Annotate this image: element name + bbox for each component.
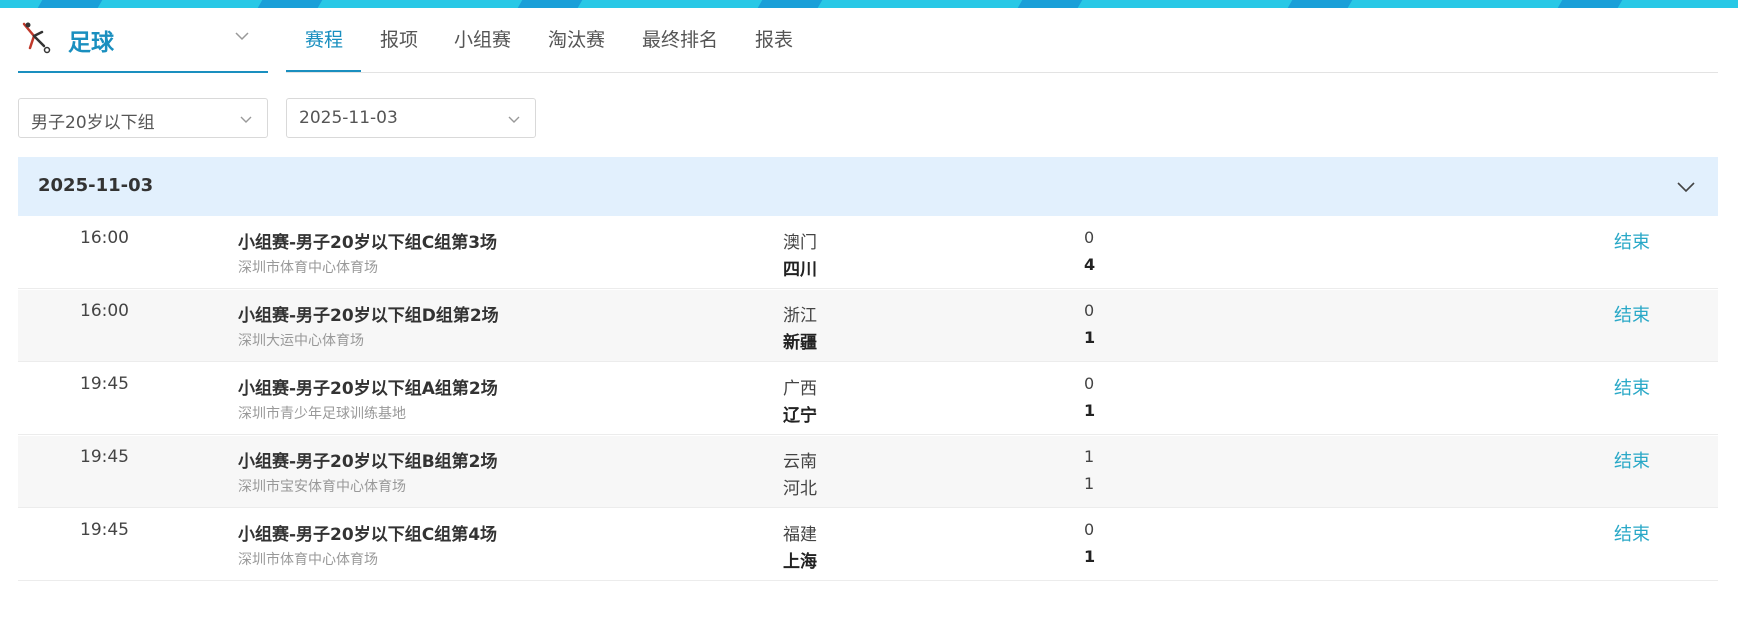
match-status-link[interactable]: 结束 (1614, 520, 1650, 546)
main-tabs: 赛程 报项 小组赛 淘汰赛 最终排名 报表 (286, 18, 1718, 73)
top-decorative-band (0, 0, 1738, 8)
tab-reports[interactable]: 报表 (755, 25, 793, 52)
away-score: 1 (1084, 401, 1096, 420)
home-team: 云南 (783, 452, 817, 472)
home-team: 广西 (783, 379, 817, 399)
date-group-label: 2025-11-03 (38, 175, 154, 196)
home-team: 浙江 (783, 306, 817, 326)
tab-group-stage[interactable]: 小组赛 (454, 25, 511, 52)
match-title: 小组赛-男子20岁以下组D组第2场 (238, 306, 499, 326)
match-title: 小组赛-男子20岁以下组B组第2场 (238, 452, 498, 472)
match-status-link[interactable]: 结束 (1614, 374, 1650, 400)
match-row: 16:00 小组赛-男子20岁以下组D组第2场 深圳大运中心体育场 浙江 新疆 … (18, 290, 1718, 362)
match-status-link[interactable]: 结束 (1614, 301, 1650, 327)
away-team: 上海 (783, 552, 817, 572)
away-team: 新疆 (783, 333, 817, 353)
chevron-down-icon (239, 112, 253, 126)
match-venue: 深圳大运中心体育场 (238, 333, 364, 349)
home-score: 0 (1084, 301, 1095, 320)
match-time: 19:45 (80, 447, 129, 467)
tab-entries[interactable]: 报项 (380, 25, 418, 52)
away-team: 河北 (783, 479, 817, 499)
match-status-link[interactable]: 结束 (1614, 447, 1650, 473)
tab-knockout[interactable]: 淘汰赛 (548, 25, 605, 52)
group-select[interactable]: 男子20岁以下组 (18, 98, 268, 138)
match-venue: 深圳市体育中心体育场 (238, 552, 378, 568)
home-team: 福建 (783, 525, 817, 545)
sport-selector[interactable]: 足球 (18, 18, 268, 73)
home-score: 0 (1084, 374, 1095, 393)
match-time: 19:45 (80, 374, 129, 394)
home-score: 0 (1084, 228, 1095, 247)
match-title: 小组赛-男子20岁以下组C组第3场 (238, 233, 498, 253)
match-venue: 深圳市体育中心体育场 (238, 260, 378, 276)
away-score: 1 (1084, 328, 1096, 347)
match-row: 19:45 小组赛-男子20岁以下组A组第2场 深圳市青少年足球训练基地 广西 … (18, 363, 1718, 435)
away-team: 辽宁 (783, 406, 817, 426)
match-title: 小组赛-男子20岁以下组C组第4场 (238, 525, 498, 545)
match-row: 19:45 小组赛-男子20岁以下组C组第4场 深圳市体育中心体育场 福建 上海… (18, 509, 1718, 581)
tab-schedule[interactable]: 赛程 (305, 25, 343, 52)
match-time: 16:00 (80, 301, 129, 321)
tab-final-ranking[interactable]: 最终排名 (642, 25, 718, 52)
away-score: 4 (1084, 255, 1096, 274)
away-team: 四川 (783, 260, 817, 280)
chevron-down-icon[interactable] (1676, 177, 1696, 197)
date-select[interactable]: 2025-11-03 (286, 98, 536, 138)
match-venue: 深圳市宝安体育中心体育场 (238, 479, 406, 495)
match-venue: 深圳市青少年足球训练基地 (238, 406, 406, 422)
date-select-value: 2025-11-03 (299, 108, 398, 128)
match-row: 19:45 小组赛-男子20岁以下组B组第2场 深圳市宝安体育中心体育场 云南 … (18, 436, 1718, 508)
chevron-down-icon (507, 112, 521, 126)
home-team: 澳门 (783, 233, 817, 253)
football-player-icon (20, 20, 52, 54)
away-score: 1 (1084, 547, 1096, 566)
match-time: 19:45 (80, 520, 129, 540)
match-time: 16:00 (80, 228, 129, 248)
match-status-link[interactable]: 结束 (1614, 228, 1650, 254)
sport-name: 足球 (68, 30, 114, 56)
active-tab-indicator (286, 70, 361, 72)
chevron-down-icon[interactable] (234, 28, 250, 44)
date-group-header[interactable]: 2025-11-03 (18, 157, 1718, 216)
group-select-value: 男子20岁以下组 (31, 113, 155, 133)
home-score: 1 (1084, 447, 1095, 466)
match-row: 16:00 小组赛-男子20岁以下组C组第3场 深圳市体育中心体育场 澳门 四川… (18, 217, 1718, 289)
home-score: 0 (1084, 520, 1095, 539)
match-title: 小组赛-男子20岁以下组A组第2场 (238, 379, 498, 399)
away-score: 1 (1084, 474, 1095, 493)
